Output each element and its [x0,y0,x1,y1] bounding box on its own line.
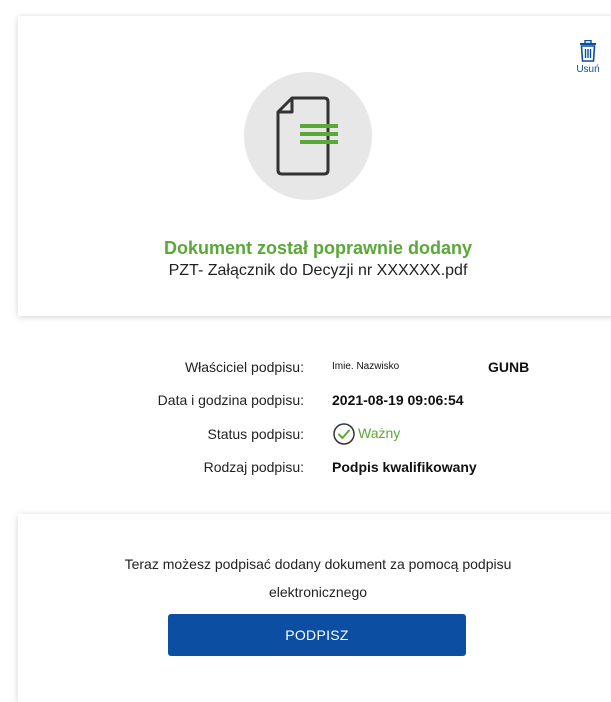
type-value: Podpis kwalifikowany [332,459,477,475]
upload-card: Usuń Dokument został poprawnie dodany PZ… [18,16,611,316]
page: Usuń Dokument został poprawnie dodany PZ… [0,0,611,702]
type-label: Rodzaj podpisu: [203,459,304,475]
file-name: PZT- Załącznik do Decyzji nr XXXXXX.pdf [168,262,468,279]
status-label: Status podpisu: [207,426,304,442]
sign-instructions-line-2: elektronicznego [268,584,368,600]
date-label: Data i godzina podpisu: [157,392,304,408]
trash-icon [570,40,606,62]
owner-label: Właściciel podpisu: [184,359,304,375]
delete-button[interactable]: Usuń [570,40,606,75]
date-value: 2021-08-19 09:06:54 [332,392,464,408]
signature-status-row: Status podpisu: Ważny [0,423,611,450]
sign-instructions-line-1: Teraz możesz podpisać dodany dokument za… [124,556,512,572]
check-circle-icon [332,422,356,449]
signature-owner-row: Właściciel podpisu: Imie. Nazwisko GUNB [0,359,611,383]
delete-label: Usuń [576,64,600,75]
owner-name: Imie. Nazwisko [332,361,400,372]
sign-instructions: Teraz możesz podpisać dodany dokument za… [18,550,611,606]
owner-org: GUNB [488,359,530,375]
document-preview [244,72,372,200]
signature-type-row: Rodzaj podpisu: Podpis kwalifikowany [0,459,611,483]
sign-button[interactable]: PODPISZ [168,614,466,656]
signature-date-row: Data i godzina podpisu: 2021-08-19 09:06… [0,392,611,416]
status-indicator: Ważny [332,422,400,449]
upload-success-message: Dokument został poprawnie dodany [163,238,473,258]
status-value: Ważny [358,424,401,441]
sign-card: Teraz możesz podpisać dodany dokument za… [18,514,611,702]
